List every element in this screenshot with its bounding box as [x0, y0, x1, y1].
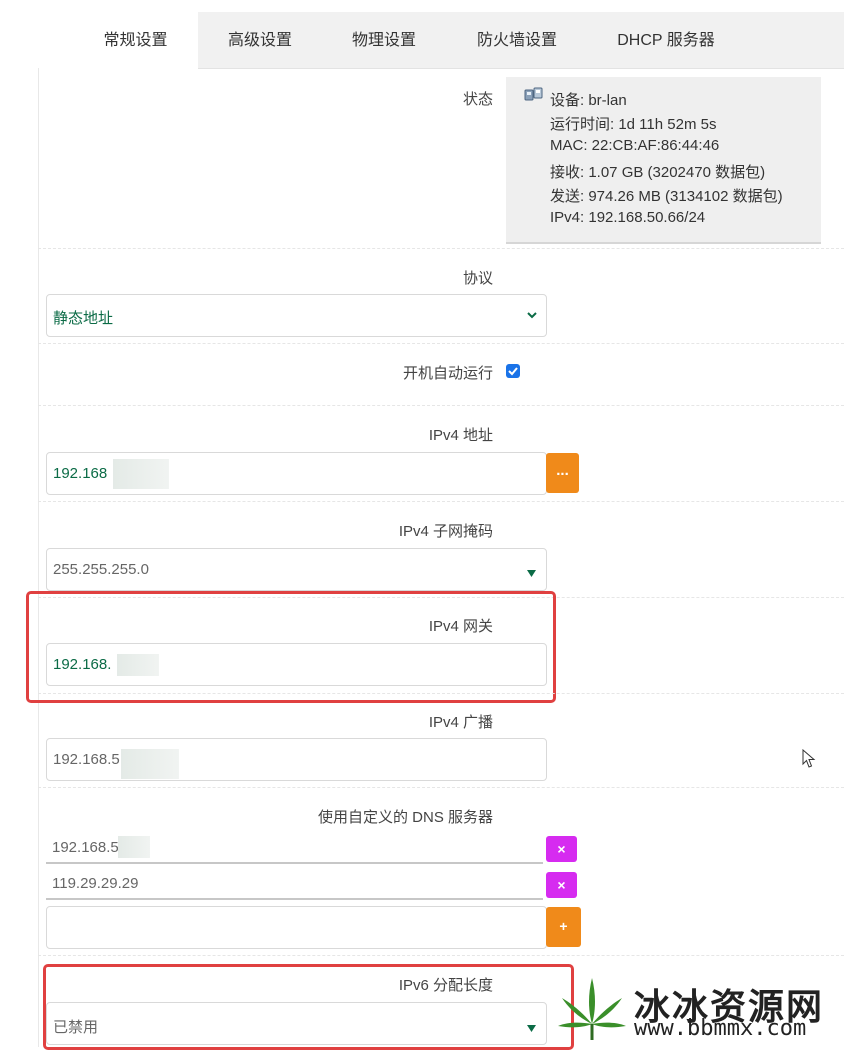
autostart-checkbox[interactable]	[506, 364, 520, 378]
dns-new-entry-input[interactable]	[46, 906, 547, 949]
ipv4-broadcast-input[interactable]: 192.168.5	[46, 738, 547, 781]
protocol-value: 静态地址	[53, 310, 114, 327]
dns-entry-value: 192.168.5	[52, 839, 119, 856]
tab-physical-settings[interactable]: 物理设置	[322, 12, 446, 69]
gateway-highlight-box	[26, 591, 556, 703]
divider	[38, 955, 844, 956]
ipv4-address-more-button[interactable]: ...	[546, 453, 579, 493]
protocol-select[interactable]: 静态地址	[46, 294, 547, 337]
status-tx: 发送: 974.26 MB (3134102 数据包)	[550, 188, 783, 205]
ipv4-netmask-select[interactable]: 255.255.255.0	[46, 548, 547, 591]
protocol-label: 协议	[462, 270, 493, 287]
chevron-down-icon	[526, 308, 538, 326]
ipv4-broadcast-label: IPv4 广播	[428, 714, 493, 731]
network-device-icon	[524, 87, 544, 110]
tab-general-settings[interactable]: 常规设置	[73, 12, 198, 69]
ipv4-broadcast-value: 192.168.5	[53, 751, 120, 768]
status-mac: MAC: 22:CB:AF:86:44:46	[550, 137, 720, 154]
status-ipv4: IPv4: 192.168.50.66/24	[550, 209, 706, 226]
caret-down-icon	[527, 565, 536, 583]
dns-label: 使用自定义的 DNS 服务器	[317, 809, 493, 826]
dns-remove-button[interactable]: ×	[546, 872, 577, 898]
leaf-logo-icon	[556, 976, 628, 1047]
redaction-blur	[113, 459, 169, 489]
ipv4-address-value: 192.168	[53, 465, 108, 482]
checkmark-icon	[508, 367, 518, 376]
tab-dhcp-server[interactable]: DHCP 服务器	[588, 12, 744, 69]
status-uptime: 运行时间: 1d 11h 52m 5s	[550, 116, 717, 133]
status-device: 设备: br-lan	[550, 92, 627, 109]
ipv4-netmask-label: IPv4 子网掩码	[398, 523, 493, 540]
divider	[38, 405, 844, 406]
autostart-label: 开机自动运行	[402, 365, 493, 382]
redaction-blur	[118, 836, 150, 858]
tab-firewall-settings[interactable]: 防火墙设置	[446, 12, 588, 69]
status-label: 状态	[462, 91, 493, 108]
ipv4-netmask-value: 255.255.255.0	[53, 561, 149, 578]
watermark-site-url: www.bbmmx.com	[634, 1016, 807, 1041]
dns-remove-button[interactable]: ×	[546, 836, 577, 862]
redaction-blur	[121, 749, 179, 779]
dns-entry-input[interactable]: 119.29.29.29	[46, 870, 543, 900]
dns-add-button[interactable]: +	[546, 907, 581, 947]
dns-entry-input[interactable]: 192.168.5	[46, 834, 543, 864]
divider	[38, 693, 844, 694]
divider	[38, 248, 844, 249]
ipv6-highlight-box	[43, 964, 574, 1050]
mouse-cursor-icon	[802, 748, 816, 774]
divider	[38, 787, 844, 788]
ipv4-address-label: IPv4 地址	[428, 427, 493, 444]
status-box: 设备: br-lan 运行时间: 1d 11h 52m 5s MAC: 22:C…	[506, 77, 821, 244]
divider	[38, 343, 844, 344]
status-rx: 接收: 1.07 GB (3202470 数据包)	[550, 164, 766, 181]
tab-advanced-settings[interactable]: 高级设置	[198, 12, 322, 69]
dns-entry-value: 119.29.29.29	[52, 875, 139, 892]
divider	[38, 501, 844, 502]
ipv4-address-input[interactable]: 192.168	[46, 452, 547, 495]
